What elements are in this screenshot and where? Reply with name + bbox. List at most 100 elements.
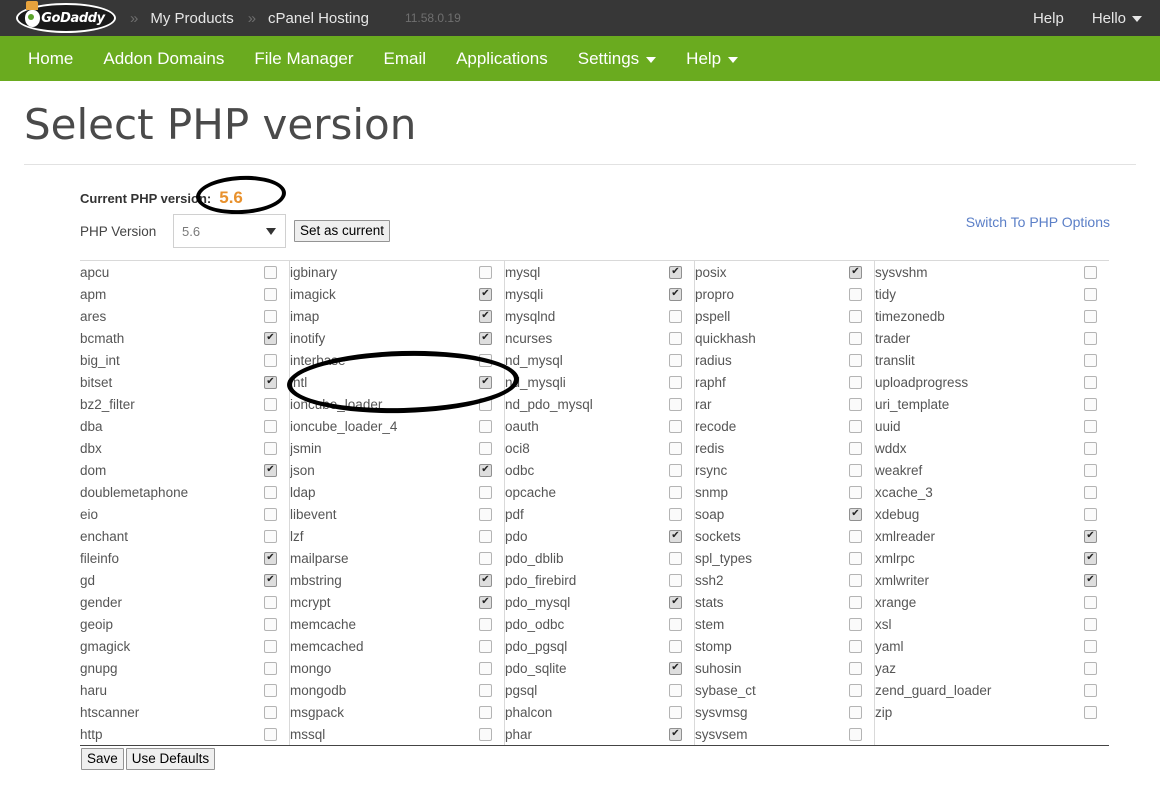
extension-checkbox[interactable] bbox=[849, 727, 862, 741]
extension-checkbox[interactable] bbox=[479, 595, 492, 609]
extension-row[interactable]: mailparse bbox=[290, 547, 504, 569]
extension-checkbox[interactable] bbox=[1084, 331, 1097, 345]
extension-checkbox[interactable] bbox=[849, 595, 862, 609]
extension-row[interactable]: wddx bbox=[875, 437, 1109, 459]
extension-checkbox[interactable] bbox=[669, 529, 682, 543]
extension-row[interactable]: sysvsem bbox=[695, 723, 874, 745]
extension-checkbox[interactable] bbox=[1084, 617, 1097, 631]
extension-row[interactable]: enchant bbox=[80, 525, 289, 547]
extension-checkbox[interactable] bbox=[479, 639, 492, 653]
extension-checkbox[interactable] bbox=[1084, 419, 1097, 433]
breadcrumb-cpanel-hosting[interactable]: cPanel Hosting bbox=[268, 10, 369, 27]
extension-row[interactable]: gender bbox=[80, 591, 289, 613]
extension-checkbox[interactable] bbox=[264, 463, 277, 477]
extension-row[interactable]: htscanner bbox=[80, 701, 289, 723]
extension-row[interactable]: dbx bbox=[80, 437, 289, 459]
nav-item-settings[interactable]: Settings bbox=[578, 49, 657, 69]
extension-checkbox[interactable] bbox=[264, 727, 277, 741]
topbar-help-link[interactable]: Help bbox=[1033, 10, 1064, 27]
extension-row[interactable]: geoip bbox=[80, 613, 289, 635]
switch-to-php-options-link[interactable]: Switch To PHP Options bbox=[966, 214, 1110, 230]
extension-checkbox[interactable] bbox=[479, 265, 492, 279]
php-version-select[interactable]: 5.6 bbox=[173, 214, 286, 248]
extension-checkbox[interactable] bbox=[849, 441, 862, 455]
extension-row[interactable]: stem bbox=[695, 613, 874, 635]
extension-checkbox[interactable] bbox=[479, 309, 492, 323]
extension-checkbox[interactable] bbox=[479, 705, 492, 719]
extension-checkbox[interactable] bbox=[264, 551, 277, 565]
extension-row[interactable]: phar bbox=[505, 723, 694, 745]
extension-row[interactable]: pdo_sqlite bbox=[505, 657, 694, 679]
extension-row[interactable]: mysql bbox=[505, 261, 694, 283]
extension-checkbox[interactable] bbox=[669, 507, 682, 521]
extension-checkbox[interactable] bbox=[1084, 397, 1097, 411]
extension-checkbox[interactable] bbox=[1084, 287, 1097, 301]
extension-checkbox[interactable] bbox=[264, 639, 277, 653]
extension-row[interactable]: pdo bbox=[505, 525, 694, 547]
extension-checkbox[interactable] bbox=[849, 639, 862, 653]
extension-checkbox[interactable] bbox=[1084, 309, 1097, 323]
extension-checkbox[interactable] bbox=[669, 705, 682, 719]
extension-checkbox[interactable] bbox=[479, 375, 492, 389]
extension-row[interactable]: posix bbox=[695, 261, 874, 283]
extension-checkbox[interactable] bbox=[669, 595, 682, 609]
extension-checkbox[interactable] bbox=[479, 661, 492, 675]
extension-row[interactable]: mssql bbox=[290, 723, 504, 745]
extension-row[interactable]: imagick bbox=[290, 283, 504, 305]
extension-checkbox[interactable] bbox=[1084, 375, 1097, 389]
extension-row[interactable]: sysvmsg bbox=[695, 701, 874, 723]
extension-row[interactable]: redis bbox=[695, 437, 874, 459]
extension-row[interactable]: fileinfo bbox=[80, 547, 289, 569]
extension-row[interactable]: zip bbox=[875, 701, 1109, 723]
extension-row[interactable]: zend_guard_loader bbox=[875, 679, 1109, 701]
extension-checkbox[interactable] bbox=[669, 375, 682, 389]
breadcrumb-my-products[interactable]: My Products bbox=[150, 10, 233, 27]
extension-row[interactable]: gnupg bbox=[80, 657, 289, 679]
extension-checkbox[interactable] bbox=[849, 309, 862, 323]
extension-row[interactable]: suhosin bbox=[695, 657, 874, 679]
extension-row[interactable]: big_int bbox=[80, 349, 289, 371]
extension-checkbox[interactable] bbox=[669, 639, 682, 653]
extension-checkbox[interactable] bbox=[1084, 573, 1097, 587]
extension-row[interactable]: mysqli bbox=[505, 283, 694, 305]
extension-row[interactable]: pgsql bbox=[505, 679, 694, 701]
extension-checkbox[interactable] bbox=[849, 287, 862, 301]
extension-checkbox[interactable] bbox=[479, 419, 492, 433]
nav-item-help[interactable]: Help bbox=[686, 49, 739, 69]
extension-row[interactable]: gd bbox=[80, 569, 289, 591]
extension-checkbox[interactable] bbox=[264, 485, 277, 499]
account-menu[interactable]: Hello bbox=[1092, 10, 1142, 27]
nav-item-addon-domains[interactable]: Addon Domains bbox=[103, 49, 224, 69]
extension-row[interactable]: interbase bbox=[290, 349, 504, 371]
extension-checkbox[interactable] bbox=[264, 683, 277, 697]
extension-checkbox[interactable] bbox=[669, 683, 682, 697]
extension-row[interactable]: radius bbox=[695, 349, 874, 371]
extension-checkbox[interactable] bbox=[669, 331, 682, 345]
extension-checkbox[interactable] bbox=[1084, 639, 1097, 653]
extension-row[interactable]: bz2_filter bbox=[80, 393, 289, 415]
extension-checkbox[interactable] bbox=[1084, 265, 1097, 279]
godaddy-logo[interactable]: GoDaddy bbox=[16, 1, 116, 33]
extension-checkbox[interactable] bbox=[849, 617, 862, 631]
extension-checkbox[interactable] bbox=[1084, 463, 1097, 477]
extension-row[interactable]: xmlrpc bbox=[875, 547, 1109, 569]
nav-item-home[interactable]: Home bbox=[28, 49, 73, 69]
extension-checkbox[interactable] bbox=[1084, 705, 1097, 719]
extension-row[interactable]: ssh2 bbox=[695, 569, 874, 591]
extension-row[interactable]: rsync bbox=[695, 459, 874, 481]
extension-checkbox[interactable] bbox=[479, 441, 492, 455]
extension-checkbox[interactable] bbox=[669, 551, 682, 565]
extension-checkbox[interactable] bbox=[264, 441, 277, 455]
extension-checkbox[interactable] bbox=[264, 353, 277, 367]
extension-row[interactable]: recode bbox=[695, 415, 874, 437]
extension-row[interactable]: stats bbox=[695, 591, 874, 613]
extension-checkbox[interactable] bbox=[1084, 529, 1097, 543]
extension-row[interactable]: pdo_odbc bbox=[505, 613, 694, 635]
extension-checkbox[interactable] bbox=[479, 683, 492, 697]
extension-row[interactable]: mcrypt bbox=[290, 591, 504, 613]
extension-row[interactable]: nd_mysqli bbox=[505, 371, 694, 393]
extension-row[interactable]: nd_pdo_mysql bbox=[505, 393, 694, 415]
extension-row[interactable]: xdebug bbox=[875, 503, 1109, 525]
extension-row[interactable]: mongo bbox=[290, 657, 504, 679]
nav-item-email[interactable]: Email bbox=[384, 49, 427, 69]
